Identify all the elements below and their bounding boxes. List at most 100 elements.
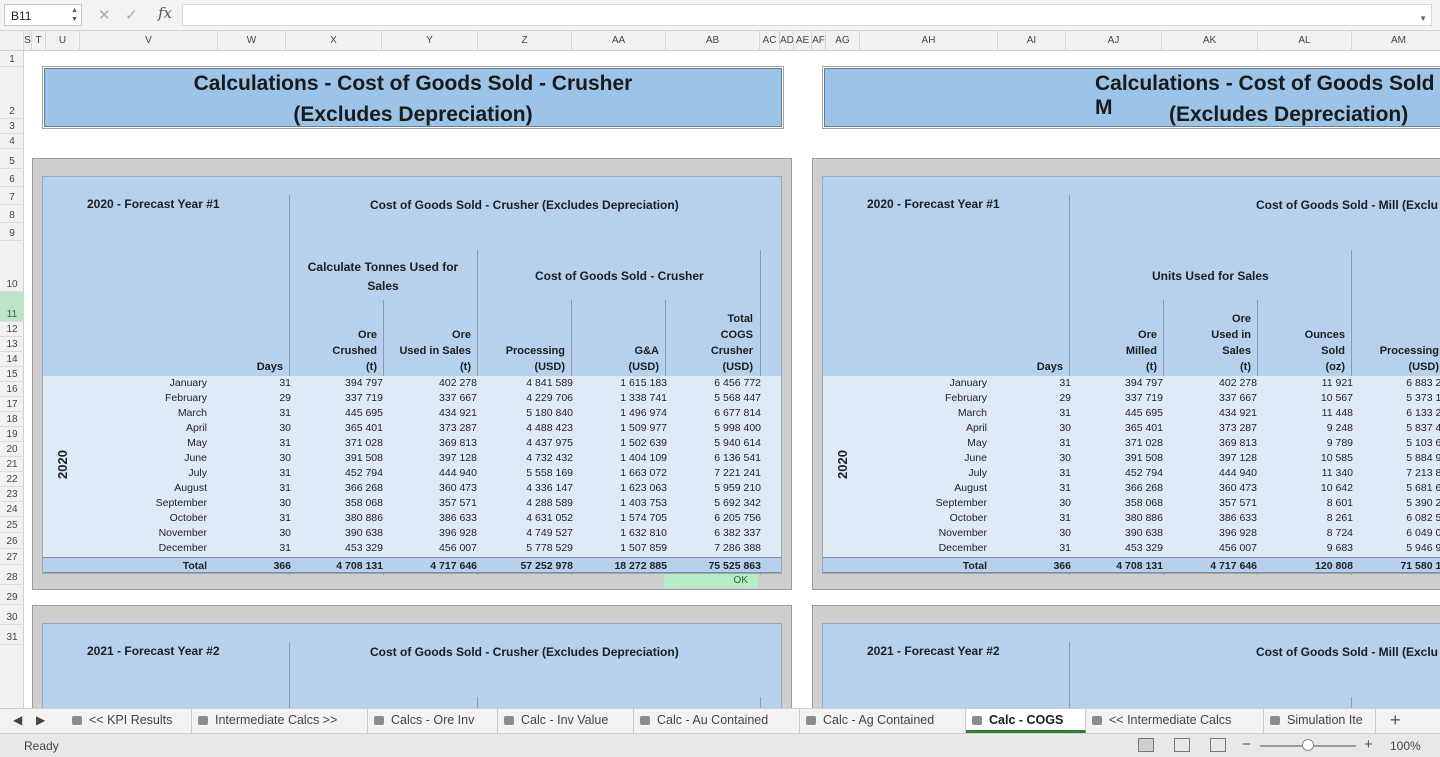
table-cell[interactable]: 31 (279, 512, 291, 524)
column-header-AA[interactable]: AA (572, 31, 666, 51)
row-header-11[interactable]: 11 (0, 292, 24, 322)
table-cell[interactable]: 456 007 (1219, 542, 1257, 554)
month-label[interactable]: July (188, 467, 207, 479)
month-label[interactable]: February (945, 392, 987, 404)
table-cell[interactable]: 397 128 (439, 452, 477, 464)
table-cell[interactable]: 444 940 (439, 467, 477, 479)
table-cell[interactable]: 10 585 (1321, 452, 1353, 464)
column-header-AH[interactable]: AH (860, 31, 998, 51)
table-cell[interactable]: 397 128 (1219, 452, 1257, 464)
table-cell[interactable]: 30 (1059, 452, 1071, 464)
table-cell[interactable]: 453 329 (345, 542, 383, 554)
column-header-W[interactable]: W (218, 31, 286, 51)
total-cell[interactable]: 4 708 131 (336, 560, 383, 572)
row-header-15[interactable]: 15 (0, 367, 24, 382)
total-label[interactable]: Total (963, 560, 987, 572)
table-cell[interactable]: 11 921 (1322, 377, 1353, 389)
row-header-8[interactable]: 8 (0, 205, 24, 223)
table-cell[interactable]: 365 401 (345, 422, 383, 434)
table-cell[interactable]: 394 797 (1125, 377, 1163, 389)
table-cell[interactable]: 11 340 (1322, 467, 1353, 479)
month-label[interactable]: April (966, 422, 987, 434)
table-cell[interactable]: 5 998 400 (714, 422, 761, 434)
column-header-AG[interactable]: AG (826, 31, 860, 51)
insert-function-icon[interactable]: fx (158, 4, 172, 22)
month-label[interactable]: October (170, 512, 207, 524)
column-header-Y[interactable]: Y (382, 31, 478, 51)
table-cell[interactable]: 31 (279, 437, 291, 449)
column-header-AF[interactable]: AF (812, 31, 826, 51)
column-header-Z[interactable]: Z (478, 31, 572, 51)
tab-calcs-ore-inv[interactable]: Calcs - Ore Inv (368, 709, 498, 733)
total-cell[interactable]: 366 (273, 560, 291, 572)
table-cell[interactable]: 29 (279, 392, 291, 404)
month-label[interactable]: July (968, 467, 987, 479)
normal-view-icon[interactable] (1138, 738, 1154, 752)
row-header-18[interactable]: 18 (0, 412, 24, 427)
month-label[interactable]: September (936, 497, 987, 509)
table-cell[interactable]: 453 329 (1125, 542, 1163, 554)
table-cell[interactable]: 30 (279, 452, 291, 464)
month-label[interactable]: December (159, 542, 207, 554)
total-cell[interactable]: 57 252 978 (520, 560, 573, 572)
table-cell[interactable]: 1 507 859 (620, 542, 667, 554)
month-label[interactable]: January (170, 377, 207, 389)
table-cell[interactable]: 4 437 975 (526, 437, 573, 449)
table-cell[interactable]: 6 082 568 (1406, 512, 1440, 524)
tab-intermediate-calcs-start[interactable]: Intermediate Calcs >> (192, 709, 368, 733)
table-cell[interactable]: 1 632 810 (620, 527, 667, 539)
table-cell[interactable]: 445 695 (345, 407, 383, 419)
table-cell[interactable]: 5 778 529 (526, 542, 573, 554)
table-cell[interactable]: 1 404 109 (620, 452, 667, 464)
month-label[interactable]: March (178, 407, 207, 419)
table-cell[interactable]: 31 (1059, 542, 1071, 554)
table-cell[interactable]: 360 473 (1219, 482, 1257, 494)
table-cell[interactable]: 434 921 (439, 407, 477, 419)
table-cell[interactable]: 337 719 (345, 392, 383, 404)
tab-intermediate-calcs-end[interactable]: << Intermediate Calcs (1086, 709, 1264, 733)
table-cell[interactable]: 6 133 210 (1406, 407, 1440, 419)
table-cell[interactable]: 30 (1059, 422, 1071, 434)
table-cell[interactable]: 9 789 (1327, 437, 1353, 449)
month-label[interactable]: April (186, 422, 207, 434)
row-header-14[interactable]: 14 (0, 352, 24, 367)
table-cell[interactable]: 31 (279, 482, 291, 494)
month-label[interactable]: May (187, 437, 207, 449)
table-cell[interactable]: 31 (279, 377, 291, 389)
table-cell[interactable]: 6 049 076 (1406, 527, 1440, 539)
row-header-27[interactable]: 27 (0, 549, 24, 565)
row-header-7[interactable]: 7 (0, 187, 24, 205)
row-header-4[interactable]: 4 (0, 134, 24, 149)
tab-calc-cogs[interactable]: Calc - COGS (966, 709, 1086, 733)
column-header-AK[interactable]: AK (1162, 31, 1258, 51)
tab-calc-ag-contained[interactable]: Calc - Ag Contained (800, 709, 966, 733)
column-header-U[interactable]: U (46, 31, 80, 51)
table-cell[interactable]: 5 681 674 (1406, 482, 1440, 494)
total-label[interactable]: Total (183, 560, 207, 572)
row-header-23[interactable]: 23 (0, 487, 24, 502)
table-cell[interactable]: 1 496 974 (620, 407, 667, 419)
table-cell[interactable]: 366 268 (345, 482, 383, 494)
table-cell[interactable]: 1 663 072 (620, 467, 667, 479)
row-header-2[interactable]: 2 (0, 67, 24, 119)
table-cell[interactable]: 371 028 (345, 437, 383, 449)
zoom-slider-thumb[interactable] (1302, 739, 1314, 751)
table-cell[interactable]: 6 205 756 (714, 512, 761, 524)
table-cell[interactable]: 5 837 459 (1406, 422, 1440, 434)
table-cell[interactable]: 30 (279, 497, 291, 509)
table-cell[interactable]: 386 633 (1219, 512, 1257, 524)
table-cell[interactable]: 337 667 (1219, 392, 1257, 404)
table-cell[interactable]: 8 724 (1327, 527, 1353, 539)
table-cell[interactable]: 5 692 342 (714, 497, 761, 509)
table-cell[interactable]: 5 558 169 (526, 467, 573, 479)
table-cell[interactable]: 444 940 (1219, 467, 1257, 479)
row-header-5[interactable]: 5 (0, 149, 24, 169)
table-cell[interactable]: 373 287 (1219, 422, 1257, 434)
table-cell[interactable]: 4 631 052 (526, 512, 573, 524)
name-box-spinner-icon[interactable]: ▲ ▼ (71, 6, 78, 24)
page-layout-view-icon[interactable] (1174, 738, 1190, 752)
table-cell[interactable]: 402 278 (1219, 377, 1257, 389)
table-cell[interactable]: 369 813 (1219, 437, 1257, 449)
total-cell[interactable]: 366 (1053, 560, 1071, 572)
table-cell[interactable]: 9 248 (1327, 422, 1353, 434)
